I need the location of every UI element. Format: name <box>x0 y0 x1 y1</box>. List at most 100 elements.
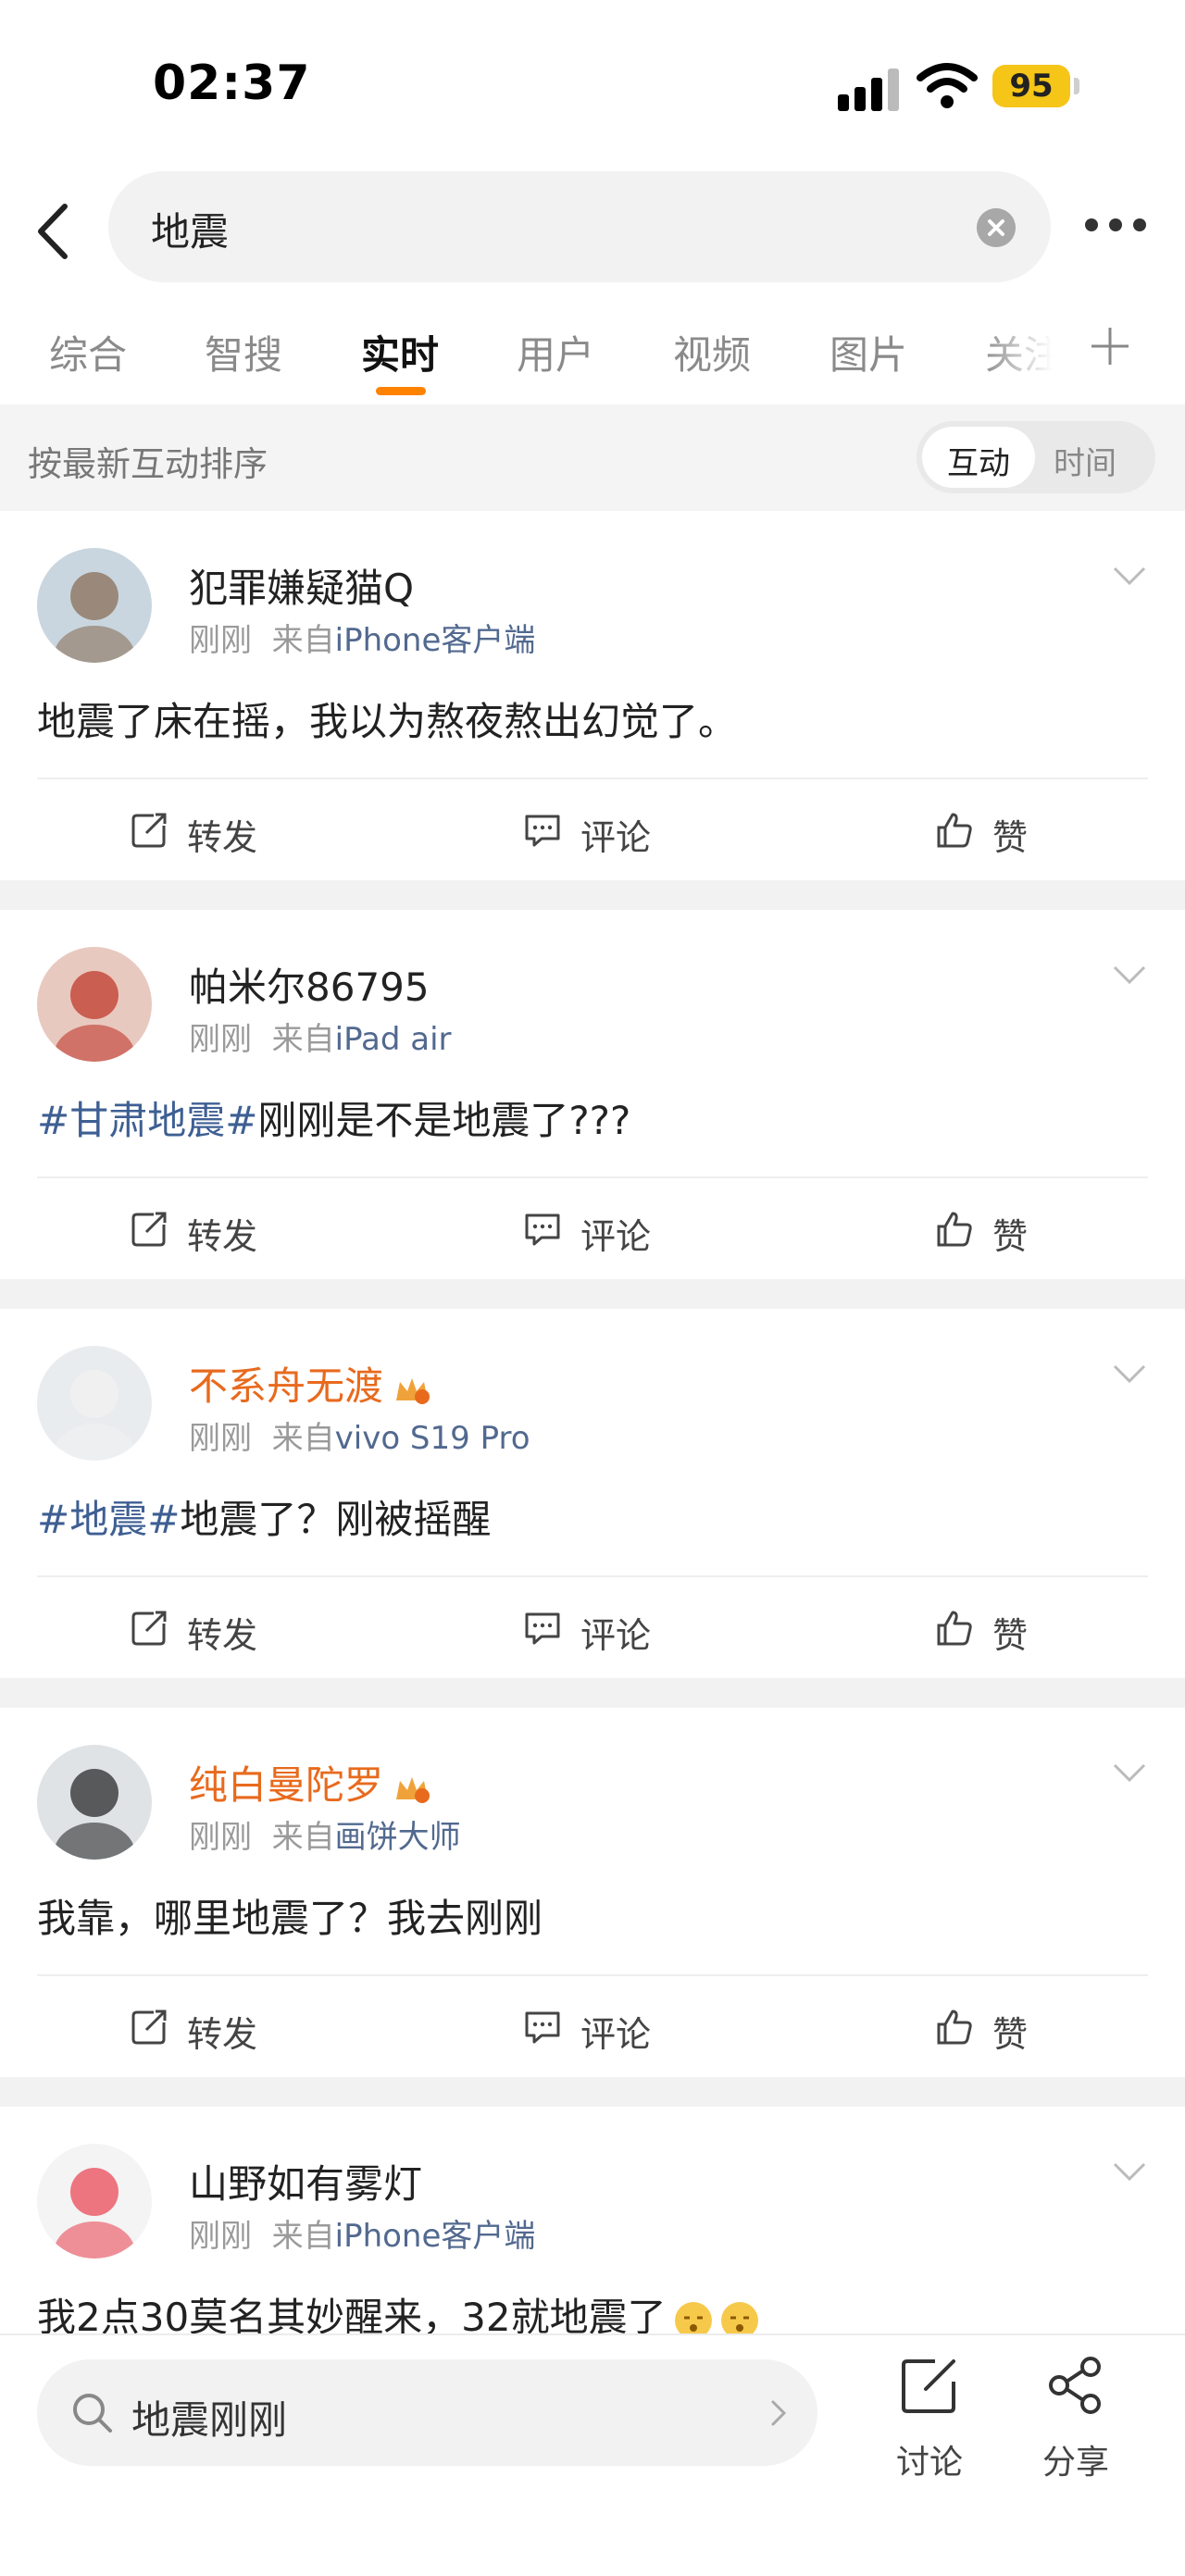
post-separator <box>0 880 1185 910</box>
post-content[interactable]: #甘肃地震#刚刚是不是地震了??? <box>37 1089 630 1146</box>
post-content[interactable]: 我靠，哪里地震了？我去刚刚 <box>37 1887 543 1944</box>
topic-tag[interactable]: #地震# <box>37 1497 180 1542</box>
add-tab-icon[interactable] <box>1088 324 1132 368</box>
tab-smart-search[interactable]: 智搜 <box>205 324 282 380</box>
discuss-button[interactable]: 讨论 <box>881 2354 974 2483</box>
post-username[interactable]: 山野如有雾灯 <box>189 2153 422 2209</box>
username-text: 帕米尔86795 <box>189 964 430 1010</box>
share-icon <box>1049 2357 1101 2414</box>
comment-label: 评论 <box>580 2014 652 2055</box>
avatar-image <box>37 947 152 1062</box>
post-source[interactable]: iPhone客户端 <box>335 622 536 659</box>
sort-option-interaction[interactable]: 互动 <box>922 427 1035 488</box>
tab-realtime[interactable]: 实时 <box>361 324 439 380</box>
post-card[interactable]: 帕米尔86795 刚刚 来自iPad air #甘肃地震#刚刚是不是地震了???… <box>0 910 1185 1280</box>
avatar-image <box>37 548 152 663</box>
cellular-signal-icon <box>838 67 903 111</box>
vip-crown-icon <box>396 1377 430 1404</box>
status-bar: 02:37 95 <box>0 0 1185 167</box>
related-search-input[interactable]: 地震刚刚 <box>37 2359 817 2466</box>
vip-crown-icon <box>396 1776 430 1803</box>
post-source[interactable]: iPad air <box>335 1021 452 1058</box>
post-card[interactable]: 山野如有雾灯 刚刚 来自iPhone客户端 我2点30莫名其妙醒来，32就地震了 <box>0 2107 1185 2333</box>
tab-fade-overlay <box>981 305 1083 398</box>
post-source[interactable]: 画饼大师 <box>335 1819 461 1856</box>
thumbs-up-icon <box>937 813 972 848</box>
post-separator <box>0 2077 1185 2107</box>
post-time: 刚刚 <box>189 2218 252 2255</box>
tab-videos[interactable]: 视频 <box>673 324 751 380</box>
tab-images[interactable]: 图片 <box>830 324 907 380</box>
comment-icon <box>525 815 560 847</box>
post-text: 刚刚是不是地震了??? <box>257 1098 631 1143</box>
post-username[interactable]: 犯罪嫌疑猫Q <box>189 557 414 614</box>
sort-option-time[interactable]: 时间 <box>1054 438 1116 483</box>
tab-comprehensive[interactable]: 综合 <box>49 324 127 380</box>
post-username[interactable]: 纯白曼陀罗 <box>189 1754 431 1811</box>
compose-icon <box>902 2359 955 2413</box>
post-source[interactable]: iPhone客户端 <box>335 2218 536 2255</box>
avatar[interactable] <box>37 2144 152 2259</box>
share-button[interactable]: 分享 <box>1028 2354 1120 2483</box>
active-tab-indicator <box>376 387 426 395</box>
back-arrow-icon[interactable] <box>26 199 81 264</box>
clear-search-icon[interactable] <box>977 208 1016 247</box>
post-username[interactable]: 不系舟无渡 <box>189 1355 431 1412</box>
repost-icon <box>131 1212 167 1247</box>
search-header: 地震 <box>0 167 1185 296</box>
like-label: 赞 <box>992 1216 1029 1257</box>
source-prefix: 来自 <box>271 1021 335 1058</box>
wifi-icon <box>917 63 978 108</box>
chevron-down-icon[interactable] <box>1111 964 1148 986</box>
thumbs-up-icon <box>937 1212 972 1247</box>
post-actions: 转发 评论 赞 <box>0 1976 1185 2078</box>
tab-users[interactable]: 用户 <box>517 324 594 380</box>
avatar[interactable] <box>37 548 152 663</box>
source-prefix: 来自 <box>271 2218 335 2255</box>
sleepy-emoji-icon <box>720 2301 758 2333</box>
post-card[interactable]: 纯白曼陀罗 刚刚 来自画饼大师 我靠，哪里地震了？我去刚刚 转发 评论 赞 <box>0 1708 1185 2078</box>
source-prefix: 来自 <box>271 622 335 659</box>
chevron-down-icon[interactable] <box>1111 1761 1148 1784</box>
avatar[interactable] <box>37 947 152 1062</box>
post-content[interactable]: 地震了床在摇，我以为熬夜熬出幻觉了。 <box>37 691 737 747</box>
post-card[interactable]: 犯罪嫌疑猫Q 刚刚 来自iPhone客户端 地震了床在摇，我以为熬夜熬出幻觉了。… <box>0 511 1185 881</box>
post-text: 地震了？刚被摇醒 <box>180 1497 492 1542</box>
avatar[interactable] <box>37 1346 152 1461</box>
sort-label: 按最新互动排序 <box>28 444 268 484</box>
post-text: 我靠，哪里地震了？我去刚刚 <box>37 1896 543 1941</box>
post-meta: 刚刚 来自vivo S19 Pro <box>189 1412 530 1458</box>
chevron-down-icon[interactable] <box>1111 565 1148 587</box>
sort-toggle[interactable]: 互动 时间 <box>917 421 1155 493</box>
repost-icon <box>131 813 167 848</box>
username-text: 不系舟无渡 <box>189 1363 384 1409</box>
source-prefix: 来自 <box>271 1819 335 1856</box>
username-text: 犯罪嫌疑猫Q <box>189 566 415 611</box>
status-time: 02:37 <box>153 56 311 111</box>
post-time: 刚刚 <box>189 622 252 659</box>
post-card[interactable]: 不系舟无渡 刚刚 来自vivo S19 Pro #地震#地震了？刚被摇醒 转发 … <box>0 1309 1185 1679</box>
comment-icon <box>525 1213 560 1246</box>
post-content[interactable]: 我2点30莫名其妙醒来，32就地震了 <box>37 2286 761 2333</box>
post-time: 刚刚 <box>189 1021 252 1058</box>
post-content[interactable]: #地震#地震了？刚被摇醒 <box>37 1488 491 1545</box>
post-text: 我2点30莫名其妙醒来，32就地震了 <box>37 2295 667 2333</box>
thumbs-up-icon <box>937 1611 972 1646</box>
search-input[interactable]: 地震 <box>108 171 1051 282</box>
more-options-icon[interactable] <box>1085 218 1150 237</box>
avatar-image <box>37 1745 152 1860</box>
related-search-text: 地震刚刚 <box>131 2397 288 2443</box>
chevron-right-icon <box>771 2400 787 2426</box>
avatar[interactable] <box>37 1745 152 1860</box>
post-actions: 转发 评论 赞 <box>0 1577 1185 1679</box>
post-source[interactable]: vivo S19 Pro <box>335 1420 530 1457</box>
battery-tip <box>1074 78 1079 94</box>
post-username[interactable]: 帕米尔86795 <box>189 956 430 1013</box>
chevron-down-icon[interactable] <box>1111 1363 1148 1385</box>
username-text: 山野如有雾灯 <box>189 2161 423 2207</box>
share-label: 分享 <box>1042 2444 1109 2482</box>
topic-tag[interactable]: #甘肃地震# <box>37 1098 257 1143</box>
sleepy-emoji-icon <box>674 2301 712 2333</box>
chevron-down-icon[interactable] <box>1111 2160 1148 2183</box>
post-meta: 刚刚 来自画饼大师 <box>189 1811 461 1857</box>
